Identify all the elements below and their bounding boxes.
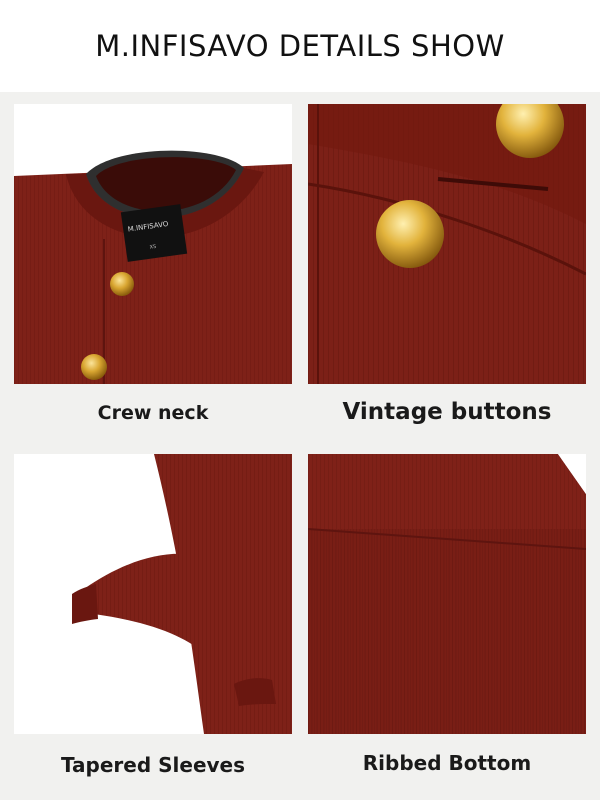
- page-title: M.INFISAVO DETAILS SHOW: [95, 29, 505, 63]
- caption-tapered-sleeves: Tapered Sleeves: [60, 753, 246, 777]
- page-header: M.INFISAVO DETAILS SHOW: [0, 0, 600, 92]
- vintage-buttons-image: [308, 104, 586, 384]
- caption-ribbed-bottom: Ribbed Bottom: [362, 751, 532, 775]
- ribbed-bottom-image: [308, 454, 586, 734]
- button-center: [376, 200, 444, 268]
- button-lower: [81, 354, 107, 380]
- caption-vintage-buttons: Vintage buttons: [342, 399, 552, 425]
- button-upper: [110, 272, 134, 296]
- crew-neck-image: M.INFISAVO XS: [14, 104, 292, 384]
- caption-crew-neck: Crew neck: [97, 402, 209, 424]
- tapered-sleeves-image: [14, 454, 292, 734]
- label-size-text: XS: [149, 244, 156, 251]
